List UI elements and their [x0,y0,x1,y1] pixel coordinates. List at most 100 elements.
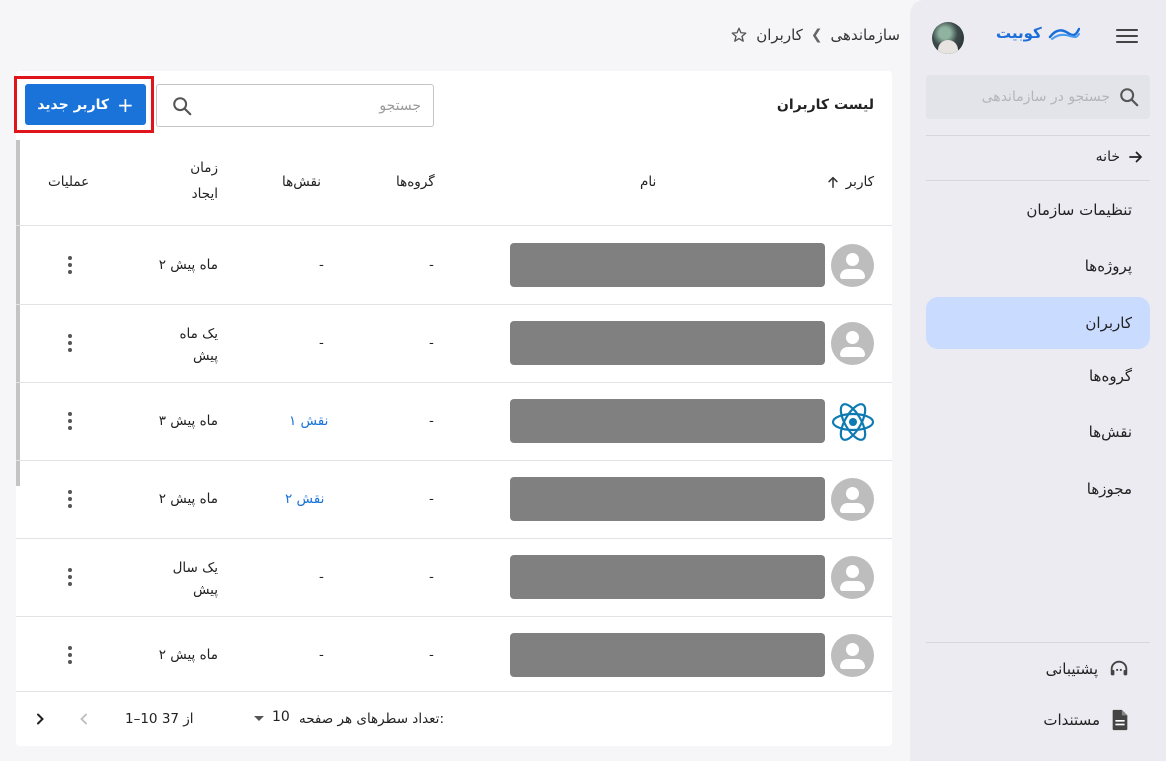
created-line1: یک ماه [179,326,218,342]
sidebar-divider [926,180,1150,181]
created-line1: ۲ ماه پیش [158,491,218,507]
column-roles[interactable]: نقش‌ها [282,169,321,195]
created-cell: ۲ ماه پیش [152,647,218,663]
column-created[interactable]: زمان ایجاد [182,155,218,207]
more-options-icon[interactable] [64,256,76,276]
more-options-icon[interactable] [64,412,76,432]
next-page-button[interactable] [28,707,52,731]
created-cell: یک ماه پیش [168,323,218,367]
sidebar-item-label: مجوزها [1086,480,1132,498]
table-row[interactable]: - - ۲ ماه پیش [16,617,892,695]
users-search-input[interactable] [193,97,421,114]
roles-cell: - [319,647,324,663]
column-groups[interactable]: گروه‌ها [396,169,435,195]
users-search[interactable] [156,84,434,127]
groups-cell: - [429,647,434,663]
sidebar-item-groups[interactable]: گروه‌ها [926,350,1150,402]
more-options-icon[interactable] [64,568,76,588]
redacted-name [510,321,825,365]
prev-page-button[interactable] [72,707,96,731]
brand-logo[interactable]: کوبیت [996,24,1080,42]
sidebar-item-users[interactable]: کاربران [926,297,1150,349]
document-icon [1112,709,1128,731]
users-card: لیست کاربران + کاربر جدید کاربر نام گروه… [14,71,892,746]
plus-icon: + [117,92,134,117]
created-line1: ۲ ماه پیش [158,647,218,663]
redacted-name [510,633,825,677]
page-title: لیست کاربران [776,97,874,113]
person-icon [831,322,874,365]
roles-link[interactable]: ۲ نقش [285,491,324,507]
sidebar-header: کوبیت [910,0,1166,75]
person-icon [831,556,874,599]
star-icon[interactable] [730,26,748,44]
range-text: 1–10 از 37 [125,711,194,727]
table-row[interactable]: - ۲ نقش ۲ ماه پیش [16,461,892,539]
column-name[interactable]: نام [640,169,656,195]
more-options-icon[interactable] [64,334,76,354]
rows-per-page-label: تعداد سطرهای هر صفحه: [298,711,444,727]
sidebar-item-label: گروه‌ها [1088,367,1132,385]
created-cell: ۲ ماه پیش [152,257,218,273]
search-icon [173,96,192,115]
table-pagination: تعداد سطرهای هر صفحه: 10 1–10 از 37 [16,691,892,746]
sidebar: کوبیت خانه تنظیمات سازمان پروژه‌ها کاربر… [910,0,1166,761]
sidebar-item-label: نقش‌ها [1088,423,1132,441]
support-label: پشتیبانی [1045,660,1098,678]
roles-cell: - [319,335,324,351]
groups-cell: - [429,413,434,429]
person-icon [831,478,874,521]
person-icon [831,634,874,677]
sidebar-divider [926,642,1150,643]
created-cell: ۲ ماه پیش [152,491,218,507]
person-icon [831,244,874,287]
sidebar-item-projects[interactable]: پروژه‌ها [926,240,1150,292]
chevron-left-icon: ❮ [810,27,823,43]
created-cell: یک سال پیش [164,557,218,601]
rows-per-page-select[interactable]: 10 [254,709,290,725]
sidebar-item-permissions[interactable]: مجوزها [926,463,1150,515]
chevron-left-icon [80,713,87,725]
table-row[interactable]: - - ۲ ماه پیش [16,227,892,305]
table-row[interactable]: - - یک سال پیش [16,539,892,617]
breadcrumb: کاربران ❮ سازماندهی [700,20,900,50]
profile-avatar[interactable] [932,22,964,54]
add-user-label: کاربر جدید [37,96,110,113]
search-icon [1120,88,1139,107]
sidebar-item-org-settings[interactable]: تنظیمات سازمان [926,184,1150,236]
more-options-icon[interactable] [64,646,76,666]
roles-cell: - [319,569,324,585]
menu-toggle-icon[interactable] [1116,26,1138,46]
arrow-up-icon [828,176,838,188]
table-row[interactable]: - - یک ماه پیش [16,305,892,383]
table-row[interactable]: - ۱ نقش ۳ ماه پیش [16,383,892,461]
sidebar-search[interactable] [926,75,1150,119]
groups-cell: - [429,569,434,585]
more-options-icon[interactable] [64,490,76,510]
sidebar-item-docs[interactable]: مستندات [926,703,1150,737]
breadcrumb-parent[interactable]: سازماندهی [831,26,900,44]
chevron-right-icon [37,713,44,725]
brand-wave-icon [1048,27,1080,40]
column-user-label: کاربر [845,174,874,190]
column-created-line1: زمان [190,160,218,176]
headset-icon [1110,660,1128,676]
column-user[interactable]: کاربر [826,169,874,195]
docs-label: مستندات [1043,711,1100,729]
created-line1: ۳ ماه پیش [158,413,218,429]
sidebar-item-support[interactable]: پشتیبانی [926,652,1150,686]
roles-link[interactable]: ۱ نقش [289,413,328,429]
react-logo-icon [831,403,875,441]
sidebar-divider [926,135,1150,136]
created-line1: ۲ ماه پیش [158,257,218,273]
table-header: کاربر نام گروه‌ها نقش‌ها زمان ایجاد عملی… [16,139,892,226]
created-line2: پیش [192,582,218,598]
redacted-name [510,399,825,443]
sidebar-item-home[interactable]: خانه [926,140,1150,174]
redacted-name [510,243,825,287]
sidebar-search-input[interactable] [940,89,1110,105]
add-user-button[interactable]: + کاربر جدید [25,84,146,125]
sidebar-item-roles[interactable]: نقش‌ها [926,406,1150,458]
sidebar-home-label: خانه [1095,149,1120,165]
column-actions: عملیات [48,174,90,190]
